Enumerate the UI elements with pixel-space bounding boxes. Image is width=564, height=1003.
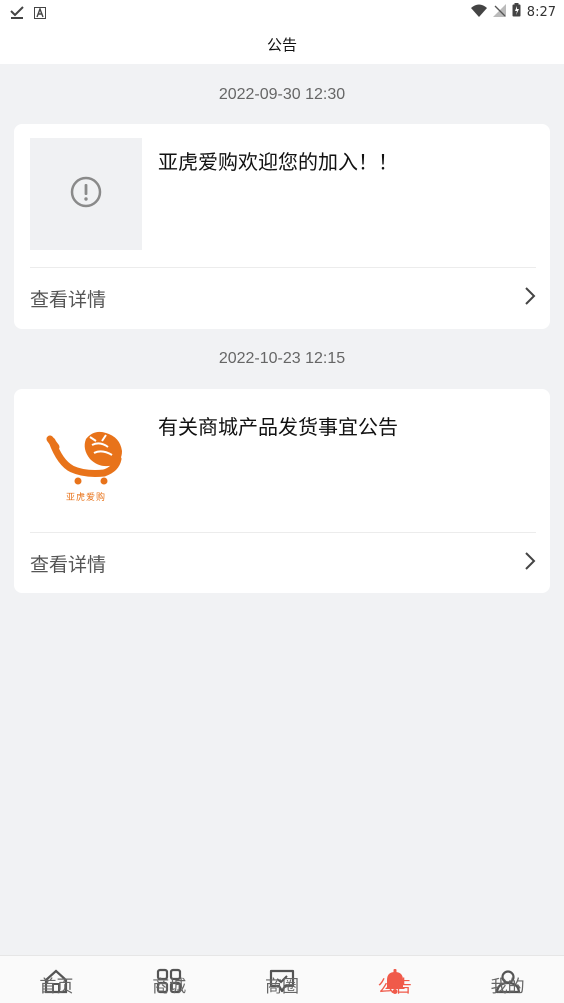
tab-label: 我的 xyxy=(490,977,525,997)
tab-home[interactable]: 首页 xyxy=(0,956,113,1003)
no-signal-icon xyxy=(492,3,506,21)
chevron-right-icon xyxy=(524,286,536,310)
tab-label: 商圈 xyxy=(264,977,299,997)
status-time: 8:27 xyxy=(526,4,556,20)
view-details-label: 查看详情 xyxy=(30,288,107,311)
tab-mall[interactable]: 商城 xyxy=(113,956,226,1003)
view-details-row[interactable]: 查看详情 xyxy=(30,533,536,593)
error-icon xyxy=(70,176,102,212)
view-details-row[interactable]: 查看详情 xyxy=(30,268,536,328)
notice-date: 2022-09-30 12:30 xyxy=(218,86,346,103)
notice-card[interactable]: 亚虎爱购 有关商城产品发货事宜公告 查看详情 xyxy=(14,389,550,593)
logo-text: 亚虎爱购 xyxy=(65,493,106,503)
tab-profile[interactable]: 我的 xyxy=(451,956,564,1003)
image-placeholder xyxy=(30,138,142,250)
tab-circle[interactable]: 商圈 xyxy=(226,956,339,1003)
notice-title: 亚虎爱购欢迎您的加入！！ xyxy=(158,150,398,174)
notice-date: 2022-10-23 12:15 xyxy=(218,350,346,367)
view-details-label: 查看详情 xyxy=(30,553,107,576)
notice-title: 有关商城产品发货事宜公告 xyxy=(158,415,398,439)
tab-label: 首页 xyxy=(39,977,74,997)
app-notification-icon xyxy=(34,4,46,23)
tab-label: 公告 xyxy=(377,977,412,997)
notice-card[interactable]: 亚虎爱购欢迎您的加入！！ 查看详情 xyxy=(14,124,550,329)
tab-label: 商城 xyxy=(152,977,187,997)
tab-announcement[interactable]: 公告 xyxy=(338,956,451,1003)
status-bar: 8:27 xyxy=(0,0,564,24)
bottom-tab-bar: 首页 商城 商圈 公告 我的 xyxy=(0,955,564,1003)
battery-icon xyxy=(512,3,521,21)
header: 公告 xyxy=(0,24,564,64)
chevron-right-icon xyxy=(524,551,536,575)
tiger-logo: 亚虎爱购 xyxy=(30,403,142,515)
page-title: 公告 xyxy=(266,35,297,54)
wifi-icon xyxy=(470,4,487,21)
download-done-icon xyxy=(10,4,24,23)
